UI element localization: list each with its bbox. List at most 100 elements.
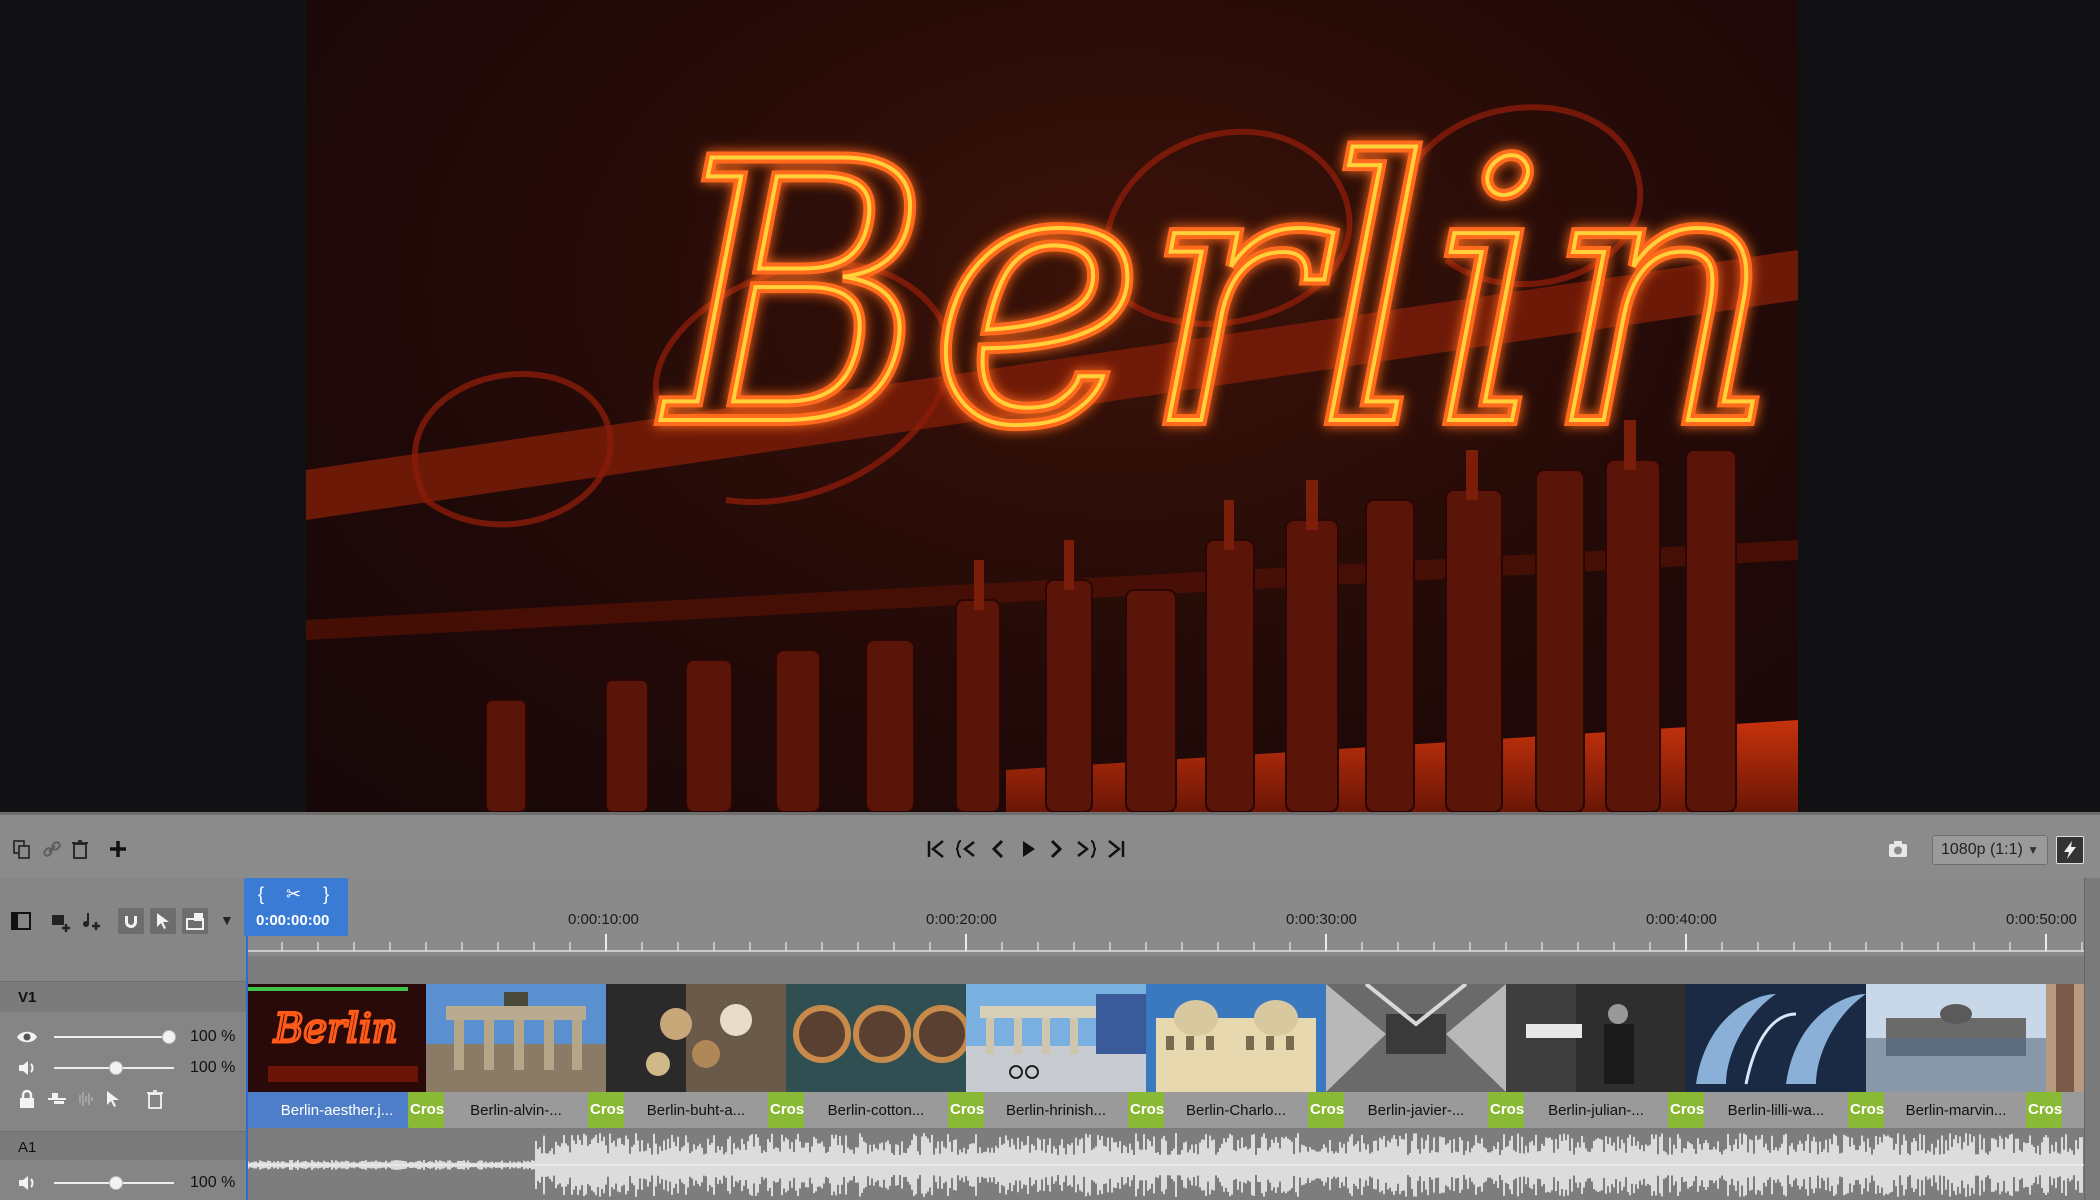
playhead-handle[interactable]: { ✂ } 0:00:00:00 [244, 878, 348, 936]
playhead-line[interactable] [246, 936, 248, 1200]
clip-berlin-charlo[interactable]: Berlin-Charlo... [1146, 984, 1326, 1131]
clip-label: Berlin-lilli-wa... [1686, 1092, 1866, 1128]
v1-opacity-row: 100 % [14, 1026, 235, 1048]
a1-volume-row: 100 % [14, 1172, 235, 1194]
trash-icon[interactable] [68, 837, 92, 861]
a1-track-lane[interactable] [246, 1131, 2084, 1200]
timeline-toolbar: ▼ [0, 878, 246, 956]
clip-label: Berlin-cotton... [786, 1092, 966, 1128]
clip-berlin-julian[interactable]: Berlin-julian-... [1506, 984, 1686, 1131]
a1-track-name: A1 [0, 1132, 246, 1160]
a1-volume-slider[interactable] [54, 1172, 174, 1194]
clip-thumbnail [966, 984, 1146, 1092]
clip-label: Berlin-alvin-... [426, 1092, 606, 1128]
clip-thumbnail [1506, 984, 1686, 1092]
timeline-vertical-scrollbar[interactable] [2084, 878, 2100, 1200]
v1-opacity-slider[interactable] [54, 1026, 176, 1048]
add-video-track-icon[interactable] [48, 908, 74, 934]
clip-berlin-buht[interactable]: Berlin-buht-a... [606, 984, 786, 1131]
eye-icon[interactable] [14, 1024, 40, 1050]
clip-thumbnail: Berlin [248, 984, 426, 1092]
cross-transition[interactable]: Cross [948, 1092, 984, 1128]
ripple-tool-icon[interactable] [182, 908, 208, 934]
copy-icon[interactable] [10, 837, 34, 861]
cross-transition[interactable]: Cross [1668, 1092, 1704, 1128]
clip-berlin-alvin[interactable]: Berlin-alvin-... [426, 984, 606, 1131]
ruler-label-40s: 0:00:40:00 [1646, 911, 1717, 928]
a1-volume-value: 100 % [190, 1174, 236, 1191]
clip-berlin-javier[interactable]: Berlin-javier-... [1326, 984, 1506, 1131]
next-frame-icon[interactable] [1044, 837, 1068, 861]
previous-frame-icon[interactable] [986, 837, 1010, 861]
cross-transition[interactable]: Cross [1308, 1092, 1344, 1128]
v1-volume-slider[interactable] [54, 1057, 174, 1079]
cross-transition[interactable]: Cross [1128, 1092, 1164, 1128]
clip-berlin-cotton[interactable]: Berlin-cotton... [786, 984, 966, 1131]
play-icon[interactable] [1016, 837, 1040, 861]
cross-transition[interactable]: Cross [1488, 1092, 1524, 1128]
clip-label: Berlin-Charlo... [1146, 1092, 1326, 1128]
cursor-icon[interactable] [100, 1086, 126, 1112]
add-audio-track-icon[interactable] [78, 908, 104, 934]
selected-clip-range-bar[interactable] [248, 987, 408, 991]
clip-label: Berlin-marvin... [1866, 1092, 2046, 1128]
clip-berlin-hrinish[interactable]: Berlin-hrinish... [966, 984, 1146, 1131]
track-spacer-lane [246, 956, 2084, 981]
clip-thumbnail [2046, 984, 2084, 1092]
cross-transition[interactable]: Cross [408, 1092, 444, 1128]
magnet-snap-icon[interactable] [118, 908, 144, 934]
v1-track-lane[interactable]: Berlin Berlin-aesther.j... Berlin-alvin-… [246, 981, 2084, 1131]
track-spacer-header [0, 956, 246, 981]
ruler-ticks [246, 934, 2084, 952]
speaker-icon[interactable] [14, 1055, 40, 1081]
clip-berlin-aesther[interactable]: Berlin Berlin-aesther.j... [248, 984, 426, 1131]
clip-berlin-lilli[interactable]: Berlin-lilli-wa... [1686, 984, 1866, 1131]
ruler-label-10s: 0:00:10:00 [568, 911, 639, 928]
speaker-icon[interactable] [14, 1170, 40, 1196]
clip-berlin-marvin[interactable]: Berlin-marvin... [1866, 984, 2046, 1131]
cross-transition[interactable]: Cross [1848, 1092, 1884, 1128]
add-track-icon[interactable] [106, 837, 130, 861]
v1-volume-row: 100 % [14, 1057, 235, 1079]
mark-out-icon[interactable]: } [323, 884, 329, 905]
timeline-ruler[interactable]: 0:00:10:00 0:00:20:00 0:00:30:00 0:00:40… [246, 878, 2084, 956]
track-effects-icon[interactable] [44, 1086, 70, 1112]
lightning-preview-icon[interactable] [2056, 836, 2084, 864]
go-to-start-icon[interactable] [924, 837, 948, 861]
clip-thumbnail [426, 984, 606, 1092]
next-marker-icon[interactable] [1074, 837, 1098, 861]
link-icon[interactable] [40, 837, 64, 861]
panel-toggle-icon[interactable] [8, 908, 34, 934]
cross-transition[interactable]: Cross [768, 1092, 804, 1128]
clip-thumbnail [1146, 984, 1326, 1092]
clip-label: Berlin-hrinish... [966, 1092, 1146, 1128]
clip-label: Berlin-julian-... [1506, 1092, 1686, 1128]
delete-track-icon[interactable] [142, 1086, 168, 1112]
waveform-icon[interactable] [72, 1086, 98, 1112]
svg-text:Berlin: Berlin [660, 86, 1777, 505]
preview-monitor: Berlin Berlin [0, 0, 2100, 812]
snapshot-camera-icon[interactable] [1886, 837, 1910, 861]
select-tool-icon[interactable] [150, 908, 176, 934]
a1-track-header: A1 100 % [0, 1131, 246, 1200]
clip-thumbnail [1686, 984, 1866, 1092]
clip-thumbnail [786, 984, 966, 1092]
cross-transition[interactable]: Cross [588, 1092, 624, 1128]
v1-track-name: V1 [0, 982, 246, 1012]
ruler-label-20s: 0:00:20:00 [926, 911, 997, 928]
mark-in-icon[interactable]: { [258, 884, 264, 905]
scissors-icon[interactable]: ✂ [286, 884, 301, 905]
lock-icon[interactable] [14, 1086, 40, 1112]
transport-bar: 1080p (1:1) ▼ [0, 812, 2100, 878]
ruler-label-30s: 0:00:30:00 [1286, 911, 1357, 928]
clip-label: Berlin-buht-a... [606, 1092, 786, 1128]
cross-transition[interactable]: Cross [2026, 1092, 2062, 1128]
svg-text:Berlin: Berlin [273, 1006, 398, 1052]
neon-berlin-preview-image: Berlin Berlin [306, 80, 1798, 812]
preview-quality-select[interactable]: 1080p (1:1) ▼ [1932, 835, 2048, 865]
go-to-end-icon[interactable] [1104, 837, 1128, 861]
v1-volume-value: 100 % [190, 1059, 236, 1076]
toolbar-more-chevron-icon[interactable]: ▼ [220, 912, 234, 928]
previous-marker-icon[interactable] [954, 837, 978, 861]
clip-thumbnail [1326, 984, 1506, 1092]
